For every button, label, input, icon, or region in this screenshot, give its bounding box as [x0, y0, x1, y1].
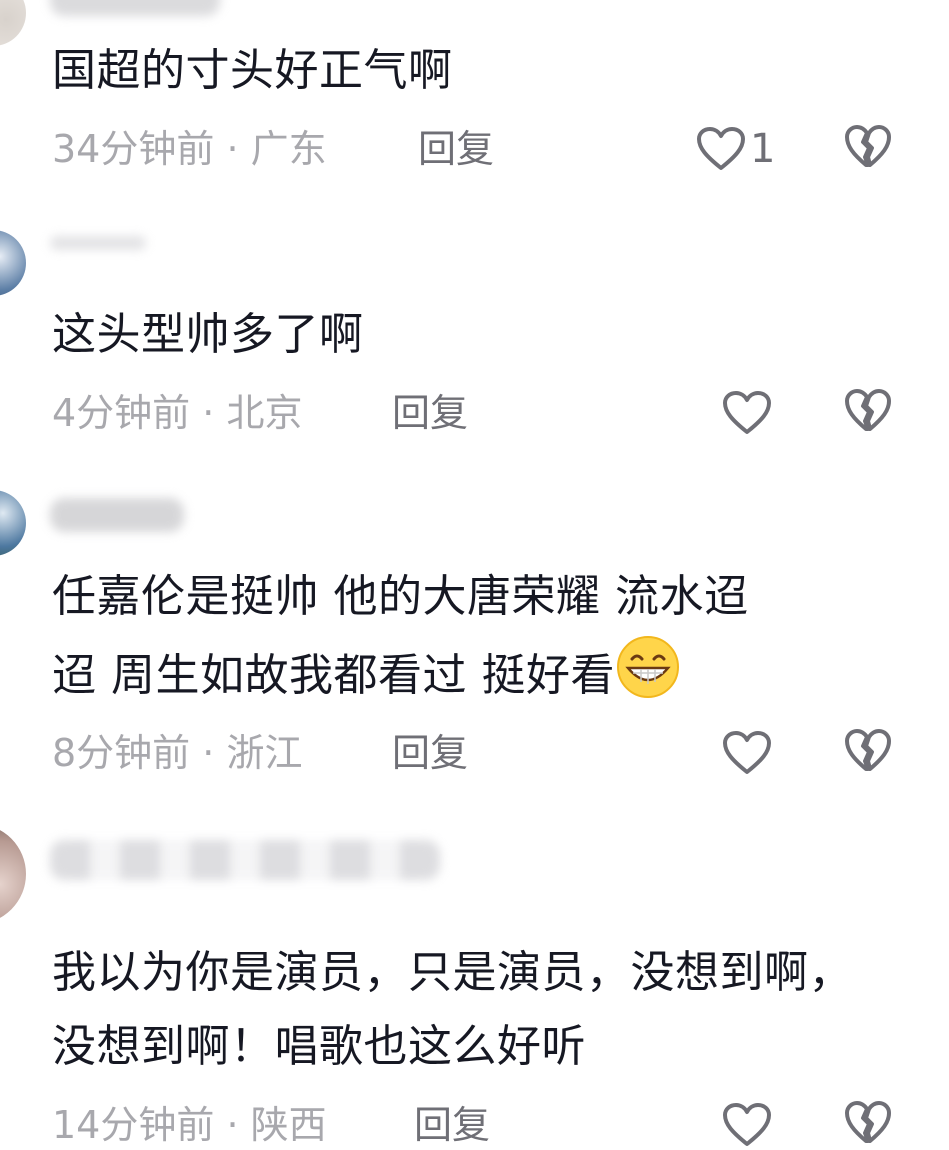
comment-location: 陕西 [250, 1103, 327, 1147]
comment-time: 14分钟前 [52, 1103, 215, 1147]
comment-time: 4分钟前 [52, 391, 191, 435]
comment-text-line: 迢 周生如故我都看过 挺好看 [52, 634, 912, 713]
comment-location: 广东 [250, 127, 327, 171]
meta-separator: · [190, 391, 227, 435]
username-blurred[interactable] [50, 0, 220, 16]
grinning-face-emoji [615, 634, 681, 700]
comment-text: 国超的寸头好正气啊 [52, 45, 453, 96]
username-blurred[interactable] [50, 498, 184, 532]
dislike-button[interactable] [844, 124, 892, 174]
reply-button[interactable]: 回复 [392, 728, 468, 778]
avatar[interactable] [0, 490, 26, 556]
heart-outline-icon [722, 730, 772, 776]
broken-heart-icon [844, 728, 892, 774]
username-blurred[interactable] [50, 840, 440, 880]
comment-text: 任嘉伦是挺帅 他的大唐荣耀 流水迢 迢 周生如故我都看过 挺好看 [52, 560, 912, 713]
heart-outline-icon [722, 1102, 772, 1148]
reply-button[interactable]: 回复 [392, 388, 468, 438]
like-button[interactable] [722, 728, 776, 778]
username-blurred[interactable] [50, 236, 146, 250]
dislike-button[interactable] [844, 388, 892, 438]
reply-button[interactable]: 回复 [414, 1100, 490, 1150]
like-count: 1 [750, 126, 776, 172]
comment-text-line: 任嘉伦是挺帅 他的大唐荣耀 流水迢 [52, 571, 749, 622]
reply-button[interactable]: 回复 [418, 124, 494, 174]
comment-text-line: 我以为你是演员，只是演员，没想到啊， [52, 947, 853, 998]
comment-meta: 34分钟前 · 广东 [52, 124, 327, 174]
avatar[interactable] [0, 0, 26, 46]
broken-heart-icon [844, 124, 892, 170]
heart-outline-icon [722, 390, 772, 436]
avatar[interactable] [0, 230, 26, 296]
meta-separator: · [214, 127, 251, 171]
comment-location: 浙江 [226, 731, 303, 775]
comment-text-line: 没想到啊！唱歌也这么好听 [52, 1021, 586, 1072]
like-button[interactable] [722, 388, 776, 438]
dislike-button[interactable] [844, 1100, 892, 1150]
like-button[interactable]: 1 [696, 124, 775, 174]
comment-meta: 4分钟前 · 北京 [52, 388, 302, 438]
avatar[interactable] [0, 824, 26, 924]
like-button[interactable] [722, 1100, 776, 1150]
comment-time: 8分钟前 [52, 731, 191, 775]
comment-time: 34分钟前 [52, 127, 215, 171]
comment-meta: 8分钟前 · 浙江 [52, 728, 302, 778]
meta-separator: · [214, 1103, 251, 1147]
dislike-button[interactable] [844, 728, 892, 778]
heart-outline-icon [696, 126, 746, 172]
comment-text: 我以为你是演员，只是演员，没想到啊， 没想到啊！唱歌也这么好听 [52, 936, 932, 1084]
meta-separator: · [190, 731, 227, 775]
comment-meta: 14分钟前 · 陕西 [52, 1100, 327, 1150]
broken-heart-icon [844, 388, 892, 434]
comment-location: 北京 [226, 391, 303, 435]
comment-text-segment: 迢 周生如故我都看过 挺好看 [52, 650, 615, 701]
comment-text: 这头型帅多了啊 [52, 309, 364, 360]
broken-heart-icon [844, 1100, 892, 1146]
